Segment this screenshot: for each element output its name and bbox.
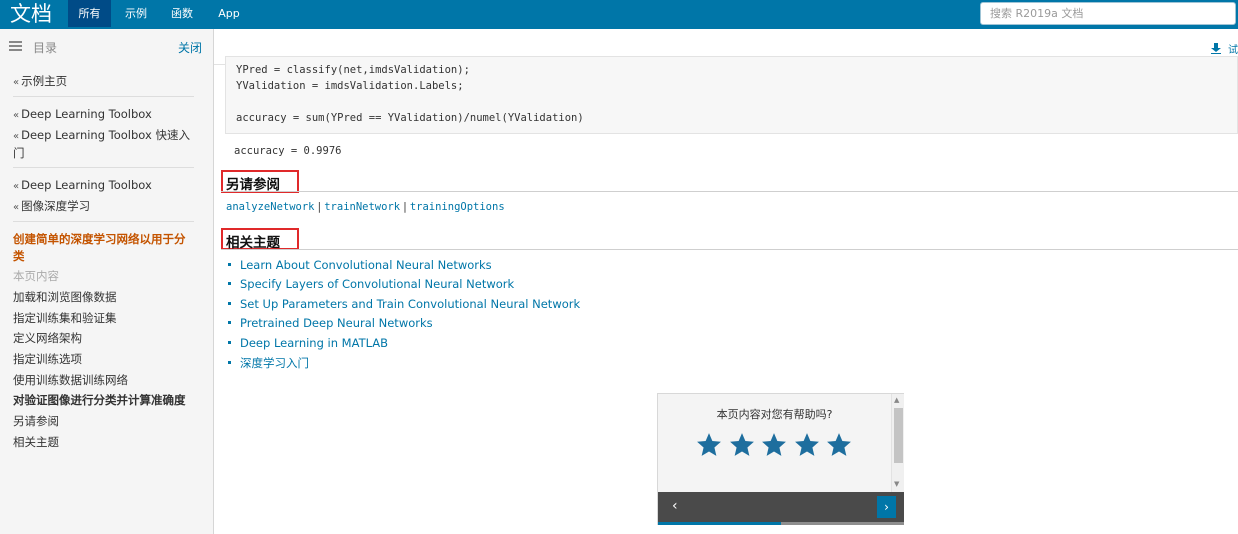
toc-item-load-data[interactable]: 加载和浏览图像数据 [13, 289, 117, 305]
bullet-icon [228, 263, 231, 266]
feedback-question: 本页内容对您有帮助吗? [716, 408, 833, 421]
related-topic-link[interactable]: Specify Layers of Convolutional Neural N… [228, 277, 514, 291]
sidebar-header: 目录 关闭 [0, 29, 213, 63]
feedback-progress-fill [658, 522, 781, 525]
bullet-icon [228, 282, 231, 285]
sidebar-divider [13, 96, 194, 97]
star-icon[interactable] [729, 432, 755, 458]
star-icon[interactable] [696, 432, 722, 458]
sidebar-link-image-deep-learning[interactable]: «图像深度学习 [13, 198, 90, 216]
sidebar-link-getting-started[interactable]: «Deep Learning Toolbox 快速入门 [13, 127, 193, 162]
hamburger-menu-icon[interactable] [9, 41, 22, 51]
toc-item-see-also[interactable]: 另请参阅 [13, 413, 59, 429]
on-this-page-label: 本页内容 [13, 269, 59, 283]
sidebar-link-label: 图像深度学习 [21, 199, 91, 213]
feedback-progress-bar [658, 522, 904, 525]
feedback-widget: 本页内容对您有帮助吗? ▲ ▼ ‹ › [657, 393, 904, 525]
code-line: YPred = classify(net,imdsValidation); [236, 64, 470, 76]
docs-logo[interactable]: 文档 [10, 1, 52, 27]
sidebar-link-label: Deep Learning Toolbox [21, 178, 152, 192]
sidebar-link-label: Deep Learning Toolbox 快速入门 [13, 128, 190, 160]
related-topic-link[interactable]: Deep Learning in MATLAB [228, 336, 388, 350]
code-output: accuracy = 0.9976 [234, 145, 342, 157]
related-topics-heading: 相关主题 [226, 235, 280, 251]
sidebar-link-toolbox-2[interactable]: «Deep Learning Toolbox [13, 177, 152, 195]
sidebar-divider [13, 167, 194, 168]
star-icon[interactable] [826, 432, 852, 458]
star-icon[interactable] [794, 432, 820, 458]
related-topic-label: 深度学习入门 [240, 356, 309, 370]
sidebar-divider [13, 221, 194, 222]
related-topic-link[interactable]: Learn About Convolutional Neural Network… [228, 258, 492, 272]
toc-item-network-architecture[interactable]: 定义网络架构 [13, 330, 82, 346]
try-example-link[interactable]: 试 [1228, 41, 1238, 56]
double-chevron-left-icon: « [13, 77, 20, 88]
scroll-down-icon[interactable]: ▼ [894, 480, 899, 488]
chevron-right-icon[interactable]: › [877, 496, 896, 518]
related-topic-link[interactable]: Pretrained Deep Neural Networks [228, 316, 433, 330]
bullet-icon [228, 321, 231, 324]
tab-app[interactable]: App [207, 0, 251, 27]
search-input[interactable] [980, 2, 1236, 25]
code-line: YValidation = imdsValidation.Labels; [236, 80, 464, 92]
related-topic-label: Set Up Parameters and Train Convolutiona… [240, 297, 581, 311]
double-chevron-left-icon: « [13, 202, 20, 213]
related-topic-label: Deep Learning in MATLAB [240, 336, 389, 350]
sidebar-link-examples-home[interactable]: «示例主页 [13, 73, 67, 91]
toc-item-training-validation-sets[interactable]: 指定训练集和验证集 [13, 310, 117, 326]
tab-examples[interactable]: 示例 [115, 0, 157, 27]
see-also-heading: 另请参阅 [226, 177, 280, 193]
link-separator: | [317, 200, 322, 213]
close-sidebar-link[interactable]: 关闭 [178, 39, 202, 56]
double-chevron-left-icon: « [13, 181, 20, 192]
star-icon[interactable] [761, 432, 787, 458]
toc-item-training-options[interactable]: 指定训练选项 [13, 351, 82, 367]
star-rating [696, 432, 856, 458]
link-separator: | [403, 200, 407, 213]
sidebar-link-label: Deep Learning Toolbox [21, 107, 152, 121]
code-line: accuracy = sum(YPred == YValidation)/num… [236, 112, 584, 124]
code-block: YPred = classify(net,imdsValidation); YV… [225, 56, 1238, 134]
related-topic-link[interactable]: Set Up Parameters and Train Convolutiona… [228, 297, 580, 311]
sidebar-link-label: 示例主页 [21, 74, 68, 88]
sidebar: 目录 关闭 «示例主页 «Deep Learning Toolbox «Deep… [0, 29, 214, 534]
related-topic-label: Specify Layers of Convolutional Neural N… [240, 277, 515, 291]
bullet-icon [228, 341, 231, 344]
toc-label: 目录 [33, 41, 58, 55]
see-also-links: analyzeNetwork | trainNetwork | trainingOpti… [226, 199, 505, 213]
scrollbar-thumb[interactable] [894, 408, 903, 463]
top-navigation-bar: 文档 所有 示例 函数 App [0, 0, 1238, 29]
chevron-left-icon[interactable]: ‹ [672, 498, 678, 514]
related-topic-link[interactable]: 深度学习入门 [228, 355, 309, 371]
bullet-icon [228, 361, 231, 364]
sidebar-link-toolbox[interactable]: «Deep Learning Toolbox [13, 106, 152, 124]
download-icon[interactable] [1211, 43, 1221, 54]
toc-item-related-topics[interactable]: 相关主题 [13, 434, 59, 450]
sidebar-current-page: 创建简单的深度学习网络以用于分类 [13, 232, 186, 263]
double-chevron-left-icon: « [13, 131, 20, 142]
section-divider [221, 191, 1238, 192]
link-trainingOptions[interactable]: trainingOptions [410, 201, 505, 213]
bullet-icon [228, 302, 231, 305]
double-chevron-left-icon: « [13, 110, 20, 121]
related-topic-label: Pretrained Deep Neural Networks [240, 316, 433, 330]
feedback-scrollbar[interactable]: ▲ ▼ [891, 394, 904, 492]
feedback-nav-bar: ‹ › [658, 492, 904, 522]
scroll-up-icon[interactable]: ▲ [894, 396, 899, 404]
link-trainNetwork[interactable]: trainNetwork [324, 201, 400, 213]
toc-item-classify-accuracy[interactable]: 对验证图像进行分类并计算准确度 [13, 392, 186, 408]
related-topic-label: Learn About Convolutional Neural Network… [240, 258, 492, 272]
link-analyzeNetwork[interactable]: analyzeNetwork [226, 201, 315, 213]
section-divider [221, 249, 1238, 250]
tab-functions[interactable]: 函数 [161, 0, 203, 27]
tab-all[interactable]: 所有 [68, 0, 111, 27]
toc-item-train-network[interactable]: 使用训练数据训练网络 [13, 372, 128, 388]
